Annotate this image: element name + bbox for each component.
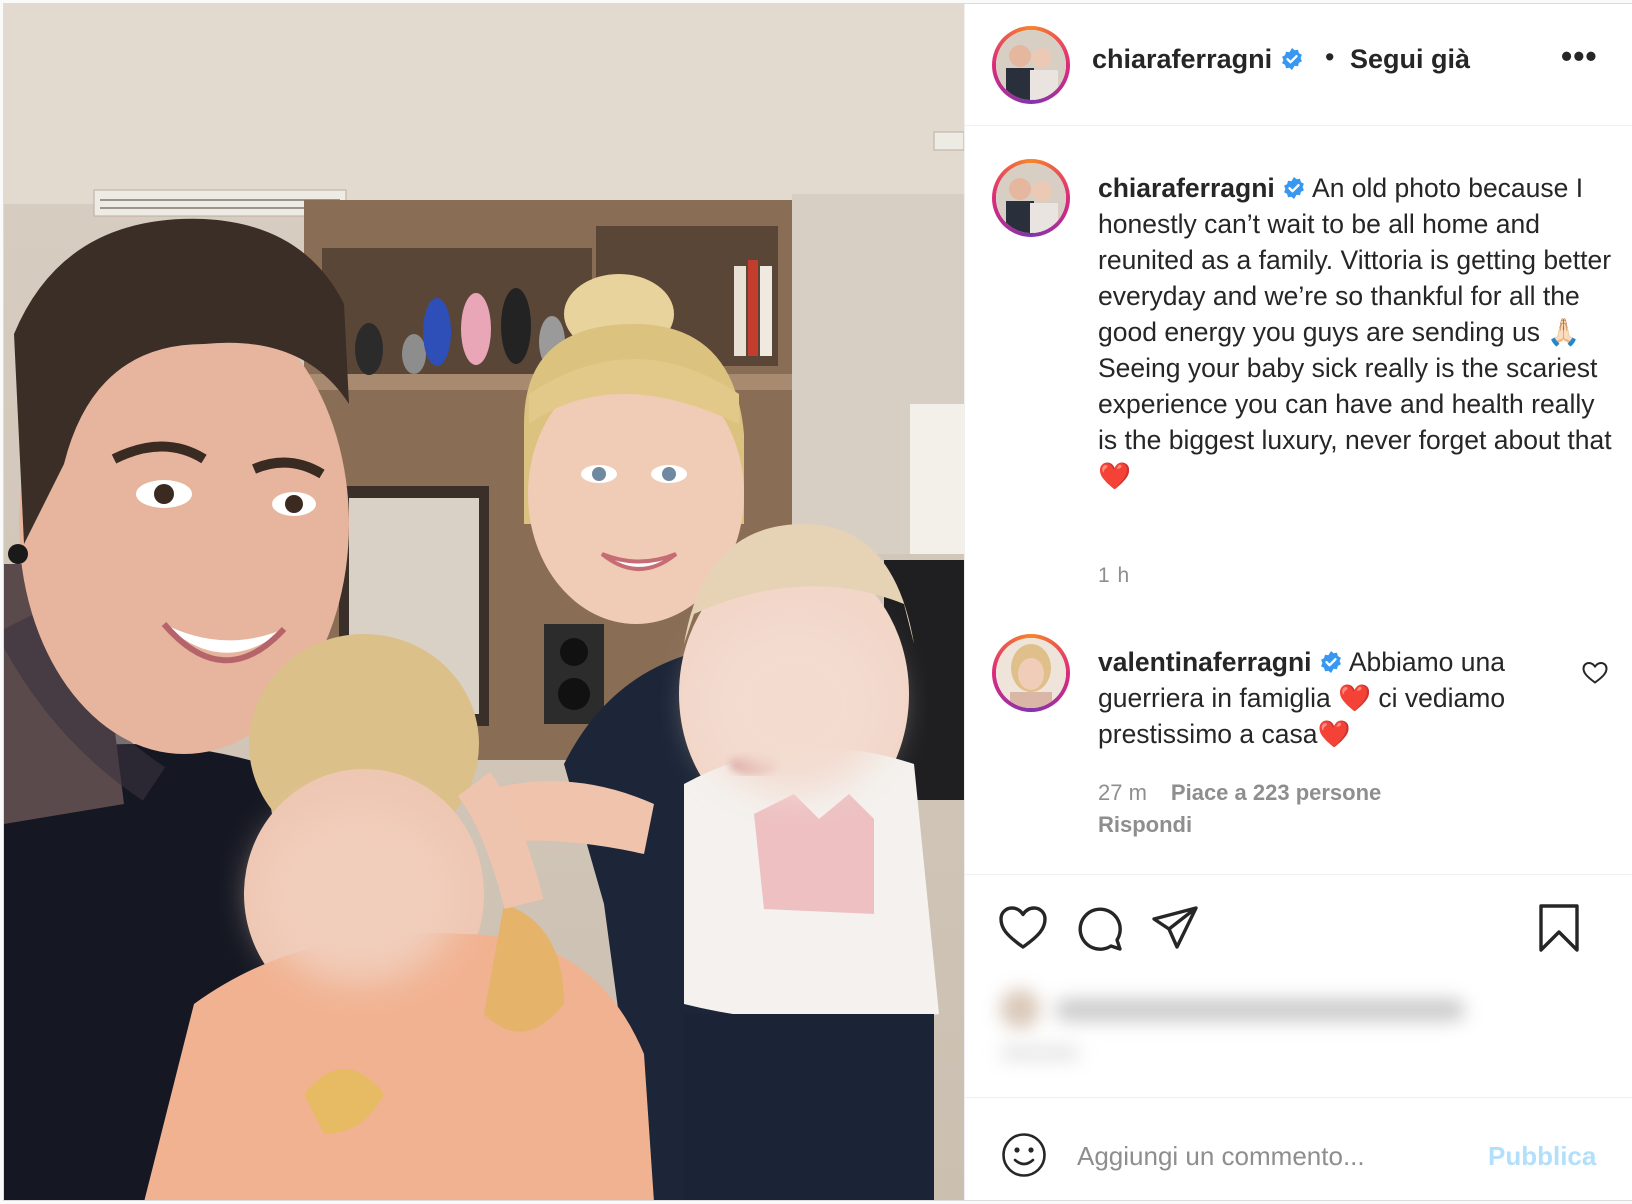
like-icon[interactable] xyxy=(998,905,1048,951)
comment: valentinaferragni Abbiamo una guerriera … xyxy=(1098,644,1558,752)
post-date-blurred xyxy=(1000,1046,1080,1060)
family-photo xyxy=(4,4,964,1200)
likes-summary-blurred xyxy=(1055,999,1465,1021)
comment-icon[interactable] xyxy=(1076,905,1124,953)
post-caption: chiaraferragni An old photo because I ho… xyxy=(1098,170,1613,494)
post-timestamp[interactable]: 1 h xyxy=(1098,564,1130,588)
verified-badge-icon xyxy=(1321,651,1341,673)
comment-meta: 27 m Piace a 223 persone xyxy=(1098,780,1381,806)
caption-text: An old photo because I honestly can’t wa… xyxy=(1098,173,1612,491)
more-options-icon[interactable]: ••• xyxy=(1561,38,1598,75)
commenter-avatar[interactable] xyxy=(992,634,1070,712)
verified-badge-icon xyxy=(1284,177,1305,199)
liker-avatar-blurred xyxy=(1000,989,1040,1029)
save-icon[interactable] xyxy=(1537,903,1581,953)
instagram-post: chiaraferragni • Segui già ••• chiarafer… xyxy=(3,3,1632,1201)
post-header: chiaraferragni • Segui già ••• xyxy=(965,4,1632,126)
share-icon[interactable] xyxy=(1151,905,1199,951)
action-bar xyxy=(965,874,1632,975)
post-photo[interactable] xyxy=(4,4,964,1200)
comment-like-icon[interactable] xyxy=(1582,661,1608,685)
avatar-image xyxy=(996,163,1066,233)
emoji-icon[interactable] xyxy=(1001,1132,1047,1178)
comment-timestamp[interactable]: 27 m xyxy=(1098,780,1147,805)
comment-username[interactable]: valentinaferragni xyxy=(1098,647,1312,677)
caption-author-avatar[interactable] xyxy=(992,159,1070,237)
add-comment-bar: Aggiungi un commento... Pubblica xyxy=(965,1097,1632,1200)
comment-input[interactable]: Aggiungi un commento... xyxy=(1077,1141,1365,1172)
comment-likes[interactable]: Piace a 223 persone xyxy=(1171,780,1381,805)
author-avatar[interactable] xyxy=(992,26,1070,104)
avatar-image xyxy=(996,30,1066,100)
follow-button[interactable]: Segui già xyxy=(1350,44,1470,75)
author-username[interactable]: chiaraferragni xyxy=(1092,44,1304,75)
publish-button[interactable]: Pubblica xyxy=(1488,1141,1596,1172)
caption-username[interactable]: chiaraferragni xyxy=(1098,173,1275,203)
author-username-text[interactable]: chiaraferragni xyxy=(1092,44,1272,74)
post-sidebar: chiaraferragni • Segui già ••• chiarafer… xyxy=(964,4,1632,1200)
avatar-image xyxy=(996,638,1066,708)
reply-button[interactable]: Rispondi xyxy=(1098,812,1192,838)
verified-badge-icon xyxy=(1281,48,1302,70)
header-separator: • xyxy=(1325,42,1335,72)
